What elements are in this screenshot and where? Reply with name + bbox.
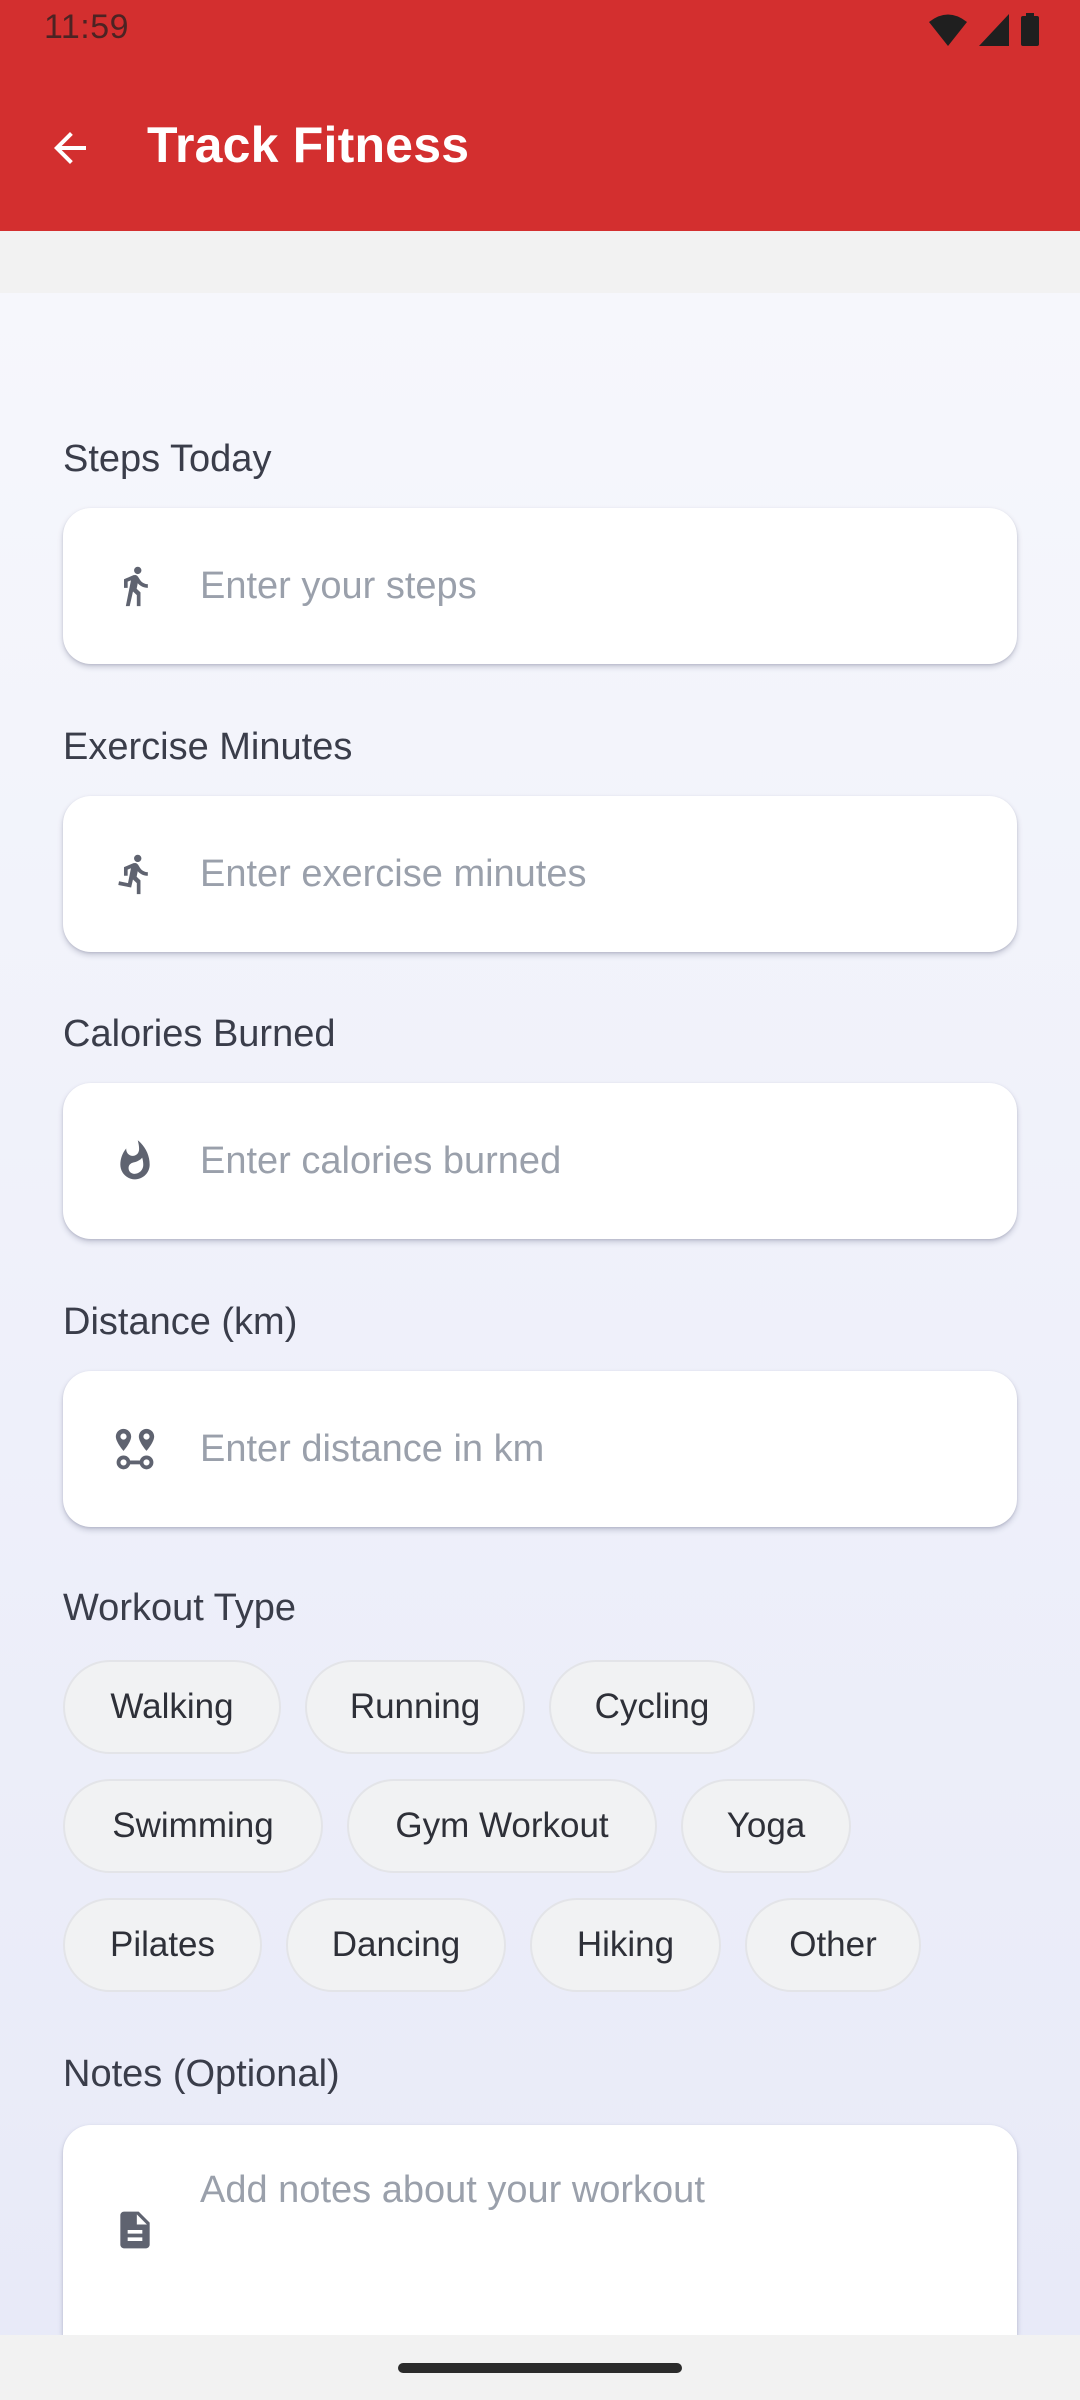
chip-cycling[interactable]: Cycling: [549, 1660, 755, 1754]
chip-walking[interactable]: Walking: [63, 1660, 281, 1754]
back-button[interactable]: [30, 110, 110, 190]
exercise-label: Exercise Minutes: [63, 726, 353, 768]
battery-icon: [1020, 13, 1040, 47]
calories-field[interactable]: [63, 1083, 1017, 1239]
calories-input[interactable]: [200, 1083, 980, 1239]
flame-icon: [109, 1135, 161, 1187]
exercise-input[interactable]: [200, 796, 980, 952]
workout-chip-row-3: Pilates Dancing Hiking Other: [63, 1898, 921, 1992]
arrow-left-icon: [46, 124, 94, 177]
distance-label: Distance (km): [63, 1301, 298, 1343]
chip-swimming[interactable]: Swimming: [63, 1779, 323, 1873]
chip-yoga[interactable]: Yoga: [681, 1779, 851, 1873]
steps-label: Steps Today: [63, 438, 272, 480]
walking-person-icon: [109, 560, 161, 612]
status-time: 11:59: [44, 8, 130, 46]
workout-chip-row-1: Walking Running Cycling: [63, 1660, 755, 1754]
workout-type-label: Workout Type: [63, 1587, 297, 1629]
signal-icon: [978, 13, 1010, 47]
chip-dancing[interactable]: Dancing: [286, 1898, 506, 1992]
fitness-form[interactable]: Steps Today Exercise Minutes Calories Bu…: [0, 293, 1080, 2335]
chip-other[interactable]: Other: [745, 1898, 921, 1992]
document-icon: [109, 2204, 161, 2256]
distance-field[interactable]: [63, 1371, 1017, 1527]
exercise-field[interactable]: [63, 796, 1017, 952]
notes-input[interactable]: [200, 2169, 980, 2309]
wifi-icon: [928, 13, 968, 47]
status-icons: [928, 12, 1040, 48]
chip-running[interactable]: Running: [305, 1660, 525, 1754]
page-title: Track Fitness: [147, 117, 470, 173]
running-person-icon: [109, 848, 161, 900]
home-indicator[interactable]: [398, 2363, 682, 2373]
chip-pilates[interactable]: Pilates: [63, 1898, 262, 1992]
steps-input[interactable]: [200, 508, 980, 664]
chip-hiking[interactable]: Hiking: [530, 1898, 721, 1992]
notes-label: Notes (Optional): [63, 2053, 340, 2095]
distance-input[interactable]: [200, 1371, 980, 1527]
app-bar: 11:59 Track Fitness: [0, 0, 1080, 231]
notes-field[interactable]: [63, 2125, 1017, 2335]
route-icon: [109, 1423, 161, 1475]
workout-chip-row-2: Swimming Gym Workout Yoga: [63, 1779, 851, 1873]
chip-gym-workout[interactable]: Gym Workout: [347, 1779, 657, 1873]
steps-field[interactable]: [63, 508, 1017, 664]
calories-label: Calories Burned: [63, 1013, 336, 1055]
